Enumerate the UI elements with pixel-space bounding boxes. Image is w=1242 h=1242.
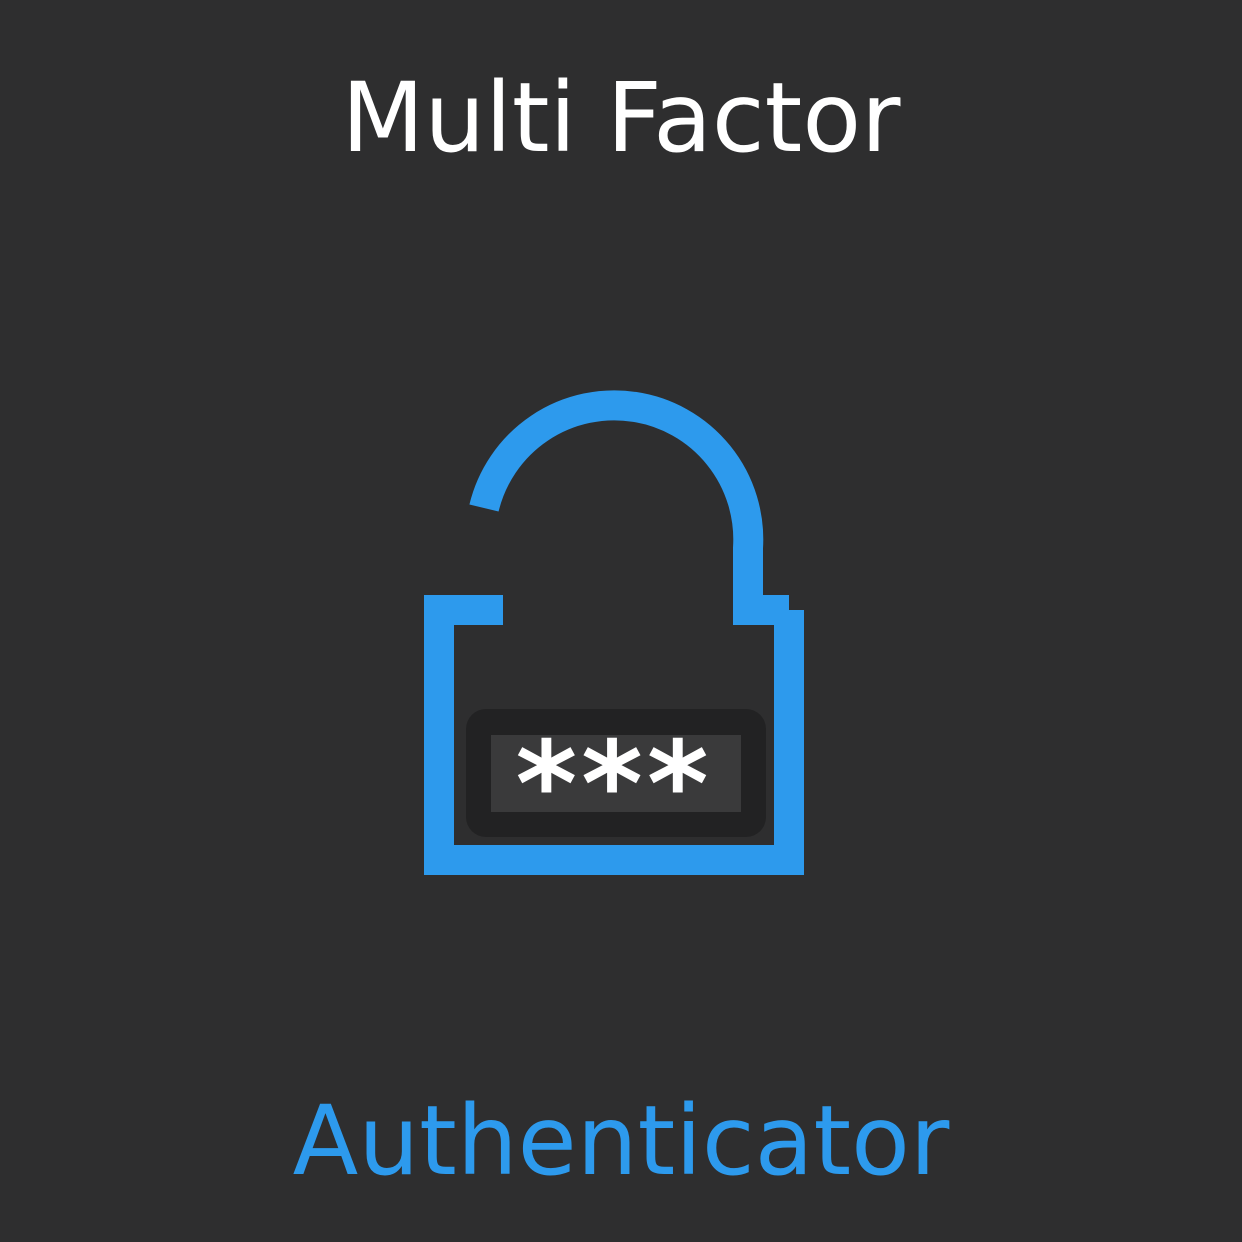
masked-password-text: *** xyxy=(515,715,712,853)
unlocked-padlock-icon: *** xyxy=(424,390,804,875)
heading-line-2: Authenticator xyxy=(292,1085,950,1197)
app-icon-canvas: Multi Factor *** Authenticator xyxy=(0,0,1242,1242)
padlock-shackle xyxy=(469,390,789,625)
